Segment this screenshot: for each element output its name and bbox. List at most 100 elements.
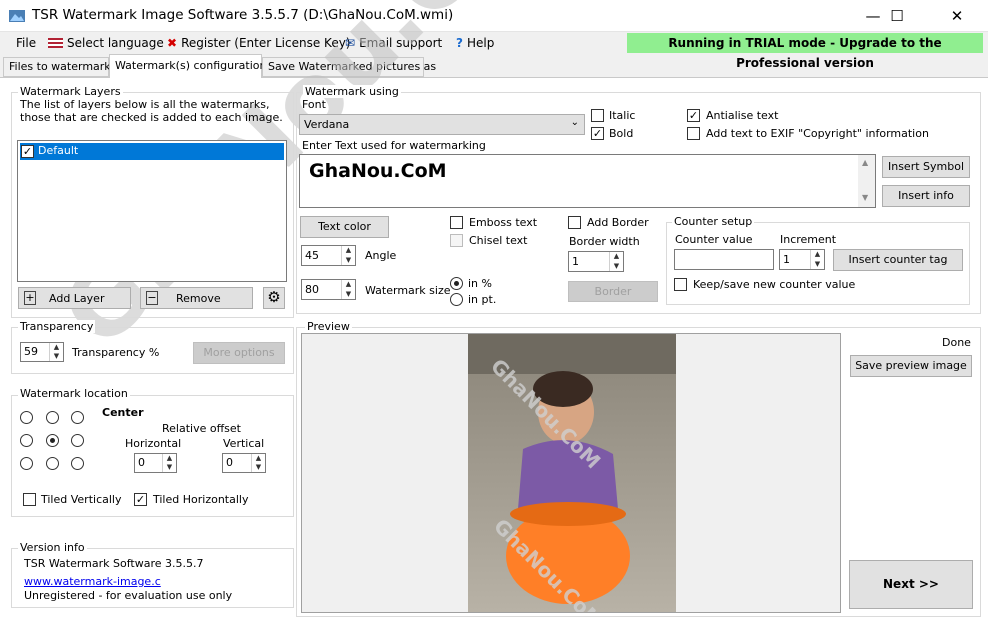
text-color-button[interactable]: Text color — [300, 216, 389, 238]
x-icon: ✖ — [167, 36, 178, 50]
border-button[interactable]: Border — [568, 281, 658, 302]
insert-info-button[interactable]: Insert info — [882, 185, 970, 207]
close-button[interactable]: ✕ — [934, 0, 980, 32]
stepper-arrows-icon[interactable]: ▲ ▼ — [251, 454, 265, 472]
version-name: TSR Watermark Software 3.5.5.7 — [24, 557, 204, 570]
enter-text-label: Enter Text used for watermarking — [302, 139, 486, 152]
layer-label: Default — [38, 144, 79, 157]
remove-document-icon: − — [146, 291, 158, 305]
emboss-label: Emboss text — [469, 216, 538, 229]
size-in-percent-label: in % — [468, 277, 492, 290]
exif-copyright-label: Add text to EXIF "Copyright" information — [706, 127, 929, 140]
horizontal-offset-value: 0 — [138, 456, 145, 469]
increment-stepper[interactable]: 1 ▲ ▼ — [779, 249, 825, 270]
stepper-arrows-icon[interactable]: ▲ ▼ — [810, 250, 824, 269]
add-layer-button[interactable]: + Add Layer — [18, 287, 131, 309]
size-in-points-radio[interactable] — [450, 293, 463, 306]
insert-counter-tag-button[interactable]: Insert counter tag — [833, 249, 963, 271]
menu-register-label: Register (Enter License Key) — [181, 36, 351, 50]
tab-watermark-configuration[interactable]: Watermark(s) configuration — [109, 54, 266, 78]
italic-checkbox[interactable] — [591, 109, 604, 122]
font-label: Font — [302, 98, 326, 111]
add-border-checkbox[interactable] — [568, 216, 581, 229]
menu-select-language-label: Select language — [67, 36, 164, 50]
keep-counter-checkbox[interactable] — [674, 278, 687, 291]
tiled-vertically-checkbox[interactable] — [23, 493, 36, 506]
trial-banner[interactable]: Running in TRIAL mode - Upgrade to the P… — [627, 33, 983, 70]
menu-help[interactable]: ? Help — [456, 36, 494, 50]
vertical-offset-stepper[interactable]: 0 ▲ ▼ — [222, 453, 266, 473]
save-preview-image-button[interactable]: Save preview image — [850, 355, 972, 377]
location-top-center-radio[interactable] — [46, 411, 59, 424]
emboss-checkbox[interactable] — [450, 216, 463, 229]
size-in-points-label: in pt. — [468, 293, 497, 306]
font-select[interactable]: Verdana ⌄ — [299, 114, 585, 135]
menu-email-support-label: Email support — [359, 36, 443, 50]
stepper-arrows-icon[interactable]: ▲ ▼ — [49, 343, 63, 361]
chevron-down-icon: ⌄ — [570, 117, 579, 128]
location-bottom-left-radio[interactable] — [20, 457, 33, 470]
transparency-value: 59 — [24, 345, 38, 358]
increment-label: Increment — [780, 233, 837, 246]
next-button[interactable]: Next >> — [849, 560, 973, 609]
menu-register[interactable]: ✖ Register (Enter License Key) — [167, 36, 350, 50]
location-top-right-radio[interactable] — [71, 411, 84, 424]
layers-list[interactable] — [17, 140, 287, 282]
list-item[interactable]: ✓ Default — [20, 143, 284, 160]
website-link[interactable]: www.watermark-image.c — [24, 575, 161, 588]
keep-counter-label: Keep/save new counter value — [693, 278, 856, 291]
watermark-using-label: Watermark using — [303, 85, 401, 98]
location-middle-right-radio[interactable] — [71, 434, 84, 447]
location-top-left-radio[interactable] — [20, 411, 33, 424]
menu-help-label: Help — [466, 36, 495, 50]
border-width-label: Border width — [569, 235, 640, 248]
stepper-arrows-icon[interactable]: ▲ ▼ — [609, 252, 623, 271]
angle-stepper[interactable]: 45 ▲ ▼ — [301, 245, 356, 266]
transparency-label: Transparency — [18, 320, 96, 333]
chisel-checkbox[interactable] — [450, 234, 463, 247]
menu-email-support[interactable]: ✉ Email support — [345, 36, 442, 50]
watermark-size-stepper[interactable]: 80 ▲ ▼ — [301, 279, 356, 300]
watermark-text-input[interactable]: GhaNou.CoM ▲ ▼ — [299, 154, 876, 208]
remove-layer-label: Remove — [176, 292, 221, 305]
remove-layer-button[interactable]: − Remove — [140, 287, 253, 309]
border-width-value: 1 — [572, 255, 579, 268]
transparency-stepper[interactable]: 59 ▲ ▼ — [20, 342, 64, 362]
counter-setup-label: Counter setup — [672, 215, 755, 228]
add-border-label: Add Border — [587, 216, 649, 229]
border-width-stepper[interactable]: 1 ▲ ▼ — [568, 251, 624, 272]
more-options-button[interactable]: More options — [193, 342, 285, 364]
stepper-arrows-icon[interactable]: ▲ ▼ — [341, 246, 355, 265]
menu-file[interactable]: File — [16, 36, 36, 50]
location-bottom-center-radio[interactable] — [46, 457, 59, 470]
text-scrollbar[interactable]: ▲ ▼ — [858, 155, 875, 207]
horizontal-offset-stepper[interactable]: 0 ▲ ▼ — [134, 453, 177, 473]
menu-select-language[interactable]: Select language — [48, 36, 164, 50]
layer-checkbox[interactable]: ✓ — [21, 145, 34, 158]
counter-value-input[interactable] — [674, 249, 774, 270]
horizontal-offset-label: Horizontal — [125, 437, 182, 450]
app-icon — [9, 10, 25, 22]
location-middle-left-radio[interactable] — [20, 434, 33, 447]
watermark-location-label: Watermark location — [18, 387, 130, 400]
exif-copyright-checkbox[interactable] — [687, 127, 700, 140]
antialise-checkbox[interactable]: ✓ — [687, 109, 700, 122]
location-position-label: Center — [102, 406, 144, 419]
bold-checkbox[interactable]: ✓ — [591, 127, 604, 140]
watermark-size-label: Watermark size — [365, 284, 451, 297]
angle-value: 45 — [305, 249, 319, 262]
insert-symbol-button[interactable]: Insert Symbol — [882, 156, 970, 178]
tiled-horizontally-checkbox[interactable]: ✓ — [134, 493, 147, 506]
settings-gear-icon[interactable]: ⚙ — [263, 287, 285, 309]
stepper-arrows-icon[interactable]: ▲ ▼ — [341, 280, 355, 299]
tiled-vertically-label: Tiled Vertically — [41, 493, 122, 506]
size-in-percent-radio[interactable] — [450, 277, 463, 290]
tab-save-watermarked[interactable]: Save Watermarked pictures as — [262, 57, 436, 77]
tab-files-to-watermark[interactable]: Files to watermark — [3, 57, 111, 77]
stepper-arrows-icon[interactable]: ▲ ▼ — [162, 454, 176, 472]
location-center-radio[interactable] — [46, 434, 59, 447]
preview-photo — [468, 334, 676, 612]
maximize-button[interactable]: ☐ — [874, 0, 920, 32]
location-bottom-right-radio[interactable] — [71, 457, 84, 470]
italic-label: Italic — [609, 109, 636, 122]
